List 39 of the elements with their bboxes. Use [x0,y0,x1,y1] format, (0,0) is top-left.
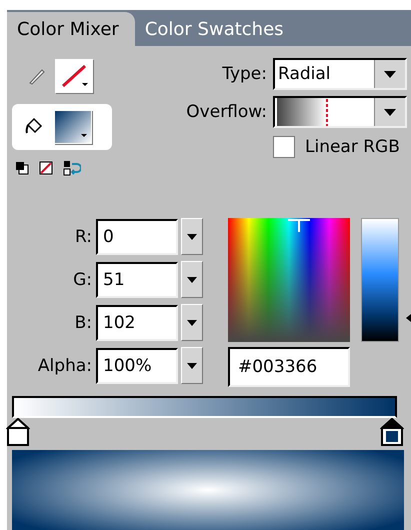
linear-rgb-checkbox[interactable] [273,136,295,158]
hex-color-field[interactable]: #003366 [228,347,350,387]
channel-label: R: [74,226,93,246]
overflow-label: Overflow: [186,102,267,122]
overflow-dropdown[interactable] [273,96,407,128]
caret-icon [187,276,197,282]
slider-dropdown-button[interactable] [181,218,203,255]
slider-dropdown-button[interactable] [181,261,203,298]
slider-dropdown-button[interactable] [181,304,203,341]
caret-icon [187,234,197,240]
channel-value-field[interactable]: 100% [96,348,178,384]
panel-tab[interactable]: Color Mixer [7,12,135,46]
linear-rgb-label: Linear RGB [305,137,400,157]
brightness-bar[interactable] [361,218,399,342]
overflow-gradient-icon [277,98,328,126]
no-color-icon[interactable] [39,161,53,175]
panel-tab[interactable]: Color Swatches [134,12,294,46]
crosshair-icon [288,218,310,232]
caret-icon [384,70,396,78]
channel-label: G: [72,270,93,290]
caret-icon [187,362,197,368]
channel-value-field[interactable]: 51 [96,262,178,298]
caret-icon [187,320,197,326]
swap-colors-icon[interactable] [63,160,81,176]
type-label: Type: [222,64,267,84]
gradient-stop[interactable] [6,418,30,446]
color-spectrum[interactable] [228,218,350,342]
stroke-color-swatch[interactable] [55,59,93,93]
channel-label: B: [74,312,93,332]
channel-value-field[interactable]: 102 [96,304,178,340]
caret-icon [384,108,396,116]
channel-label: Alpha: [36,356,93,376]
default-colors-icon[interactable] [15,161,29,175]
gradient-stop[interactable] [380,418,404,446]
fill-color-swatch[interactable] [54,110,92,144]
gradient-bar[interactable] [12,396,397,418]
channel-value-field[interactable]: 0 [96,218,178,254]
type-dropdown[interactable]: Radial [273,58,407,90]
slider-dropdown-button[interactable] [181,347,203,384]
